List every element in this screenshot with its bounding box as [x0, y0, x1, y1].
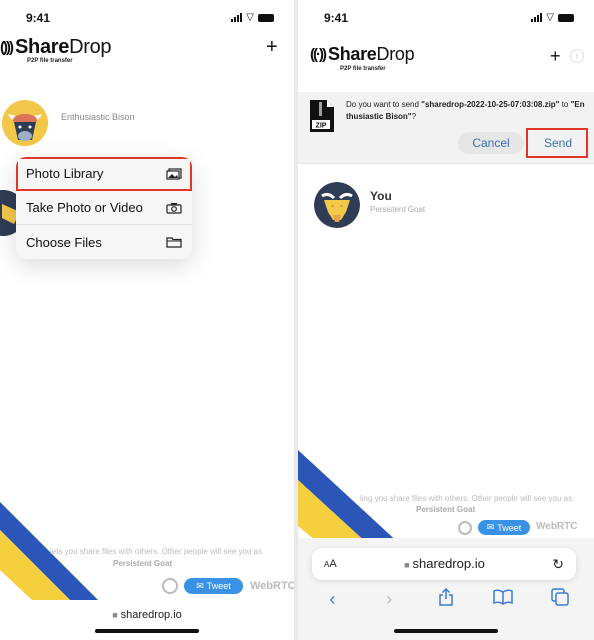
- webrtc-logo: WebRTC: [250, 580, 294, 592]
- menu-item-label: Take Photo or Video: [26, 200, 143, 215]
- self-avatar-goat: [314, 182, 360, 228]
- url-text: sharedrop.io: [412, 556, 485, 571]
- logo-subtitle: P2P file transfer: [27, 58, 73, 64]
- twitter-bird-icon: ✉: [196, 580, 204, 591]
- right-phone-screen: 9:41 ▽ ((·)) ShareDrop P2P file transfer…: [298, 0, 594, 640]
- logo-light: Drop: [376, 44, 415, 64]
- signal-icon: [231, 13, 243, 22]
- menu-item-take-photo[interactable]: Take Photo or Video: [16, 191, 192, 225]
- back-icon[interactable]: ‹: [320, 589, 344, 610]
- home-indicator: [95, 629, 199, 633]
- self-name: Persistent Goat: [370, 205, 426, 214]
- lock-icon: ■: [404, 560, 410, 570]
- logo-light: Drop: [69, 36, 112, 58]
- add-icon[interactable]: +: [266, 37, 278, 57]
- zip-file-icon: ZIP: [310, 100, 334, 132]
- battery-icon: [558, 13, 574, 22]
- photo-library-icon: [166, 167, 182, 180]
- menu-item-label: Choose Files: [26, 234, 102, 250]
- tabs-icon[interactable]: [548, 587, 572, 611]
- reload-icon[interactable]: ↻: [552, 556, 564, 573]
- status-time: 9:41: [26, 11, 51, 25]
- menu-item-choose-files[interactable]: Choose Files: [16, 225, 192, 259]
- webrtc-logo: WebRTC: [536, 521, 578, 532]
- broadcast-icon: ())): [0, 39, 14, 56]
- safari-nav-bar: ‹ ›: [298, 586, 594, 612]
- send-confirmation-dialog: ZIP Do you want to send "sharedrop-2022-…: [298, 92, 594, 164]
- logo-subtitle: P2P file transfer: [340, 66, 386, 72]
- peer-name: Enthusiastic Bison: [61, 112, 135, 122]
- twitter-bird-icon: ✉: [486, 522, 495, 532]
- logo-bold: Share: [327, 44, 377, 64]
- broadcast-icon: ((·)): [310, 46, 327, 63]
- folder-icon: [166, 237, 182, 248]
- self-label: You: [370, 189, 392, 203]
- github-icon[interactable]: [458, 521, 472, 535]
- goat-icon: [314, 182, 360, 228]
- github-icon[interactable]: [162, 578, 178, 594]
- menu-item-label: Photo Library: [26, 166, 104, 181]
- add-icon[interactable]: +: [550, 46, 561, 66]
- tweet-button[interactable]: ✉ Tweet: [184, 578, 243, 594]
- status-time: 9:41: [324, 11, 349, 25]
- footer-description: lets you share files with others. Other …: [50, 547, 263, 556]
- logo-bold: Share: [14, 36, 70, 58]
- status-bar: 9:41 ▽: [0, 0, 294, 34]
- app-header: ())) ShareDrop P2P file transfer +: [0, 36, 294, 76]
- forward-icon[interactable]: ›: [377, 589, 401, 610]
- footer-name: Persistent Goat: [416, 505, 476, 514]
- left-phone-screen: 9:41 ▽ ())) ShareDrop P2P file transfer …: [0, 0, 294, 640]
- signal-icon: [531, 13, 543, 22]
- bookmarks-icon[interactable]: [491, 588, 515, 610]
- sharedrop-logo[interactable]: ())) ShareDrop: [0, 36, 112, 59]
- tweet-label: Tweet: [206, 581, 231, 591]
- footer-description: ling you share files with others. Other …: [360, 494, 573, 503]
- status-bar: 9:41 ▽: [298, 0, 594, 34]
- share-icon[interactable]: [434, 587, 458, 611]
- svg-text:ZIP: ZIP: [316, 123, 327, 130]
- decorative-stripes: [298, 450, 402, 546]
- info-icon[interactable]: i: [570, 49, 584, 63]
- cancel-button[interactable]: Cancel: [458, 132, 524, 154]
- url-text: sharedrop.io: [120, 609, 182, 621]
- app-header: ((·)) ShareDrop P2P file transfer + i: [298, 36, 594, 76]
- wifi-icon: ▽: [246, 12, 254, 23]
- menu-item-photo-library[interactable]: Photo Library: [16, 157, 192, 191]
- url-bar-collapsed[interactable]: ■ sharedrop.io: [0, 609, 294, 621]
- dialog-filename: "sharedrop-2022-10-25-07:03:08.zip": [421, 100, 560, 109]
- sharedrop-logo[interactable]: ((·)) ShareDrop: [310, 44, 415, 65]
- text-size-button[interactable]: AA: [324, 558, 337, 570]
- wifi-icon: ▽: [546, 12, 554, 23]
- send-highlight-box: [526, 128, 588, 158]
- dialog-message: Do you want to send "sharedrop-2022-10-2…: [346, 100, 585, 121]
- bison-icon: [2, 100, 48, 146]
- lock-icon: ■: [112, 610, 118, 620]
- camera-icon: [166, 202, 182, 214]
- tweet-button[interactable]: ✉ Tweet: [478, 520, 530, 535]
- peer-avatar-bison[interactable]: [2, 100, 48, 146]
- home-indicator: [394, 629, 498, 633]
- file-picker-menu: Photo Library Take Photo or Video Choose…: [16, 157, 192, 259]
- battery-icon: [258, 13, 274, 22]
- footer-name: Persistent Goat: [113, 559, 173, 568]
- tweet-label: Tweet: [497, 522, 522, 533]
- safari-address-bar[interactable]: AA ■ sharedrop.io ↻: [312, 548, 576, 580]
